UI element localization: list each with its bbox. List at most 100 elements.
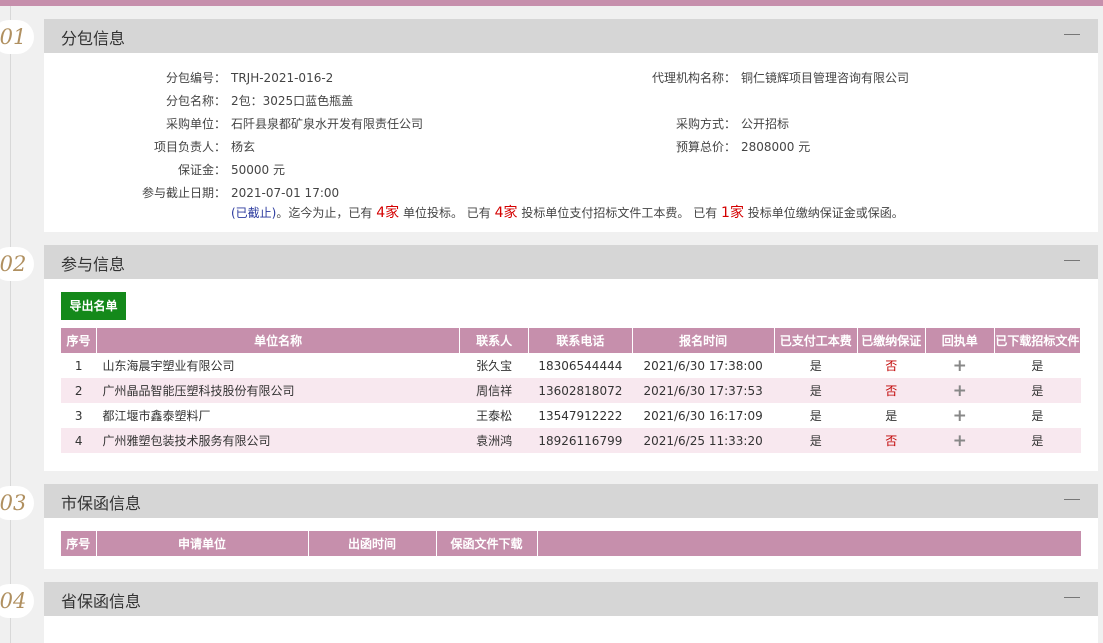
status-text: 单位投标。 已有 bbox=[402, 206, 491, 220]
col-header-no: 序号 bbox=[61, 531, 97, 556]
plus-icon[interactable]: + bbox=[925, 428, 995, 453]
deposit-value: 50000 元 bbox=[231, 163, 285, 177]
row-downloaded: 是 bbox=[994, 378, 1081, 403]
table-row: 1 山东海晨宇塑业有限公司 张久宝 18306544444 2021/6/30 … bbox=[61, 353, 1081, 378]
row-phone: 13547912222 bbox=[538, 408, 623, 423]
row-downloaded: 是 bbox=[1031, 409, 1044, 423]
row-phone: 13602818072 bbox=[528, 378, 633, 403]
section-number-02: 02 bbox=[0, 247, 34, 281]
col-header-file-download: 保函文件下载 bbox=[436, 531, 538, 556]
top-accent-bar bbox=[0, 0, 1103, 6]
bidder-count: 4家 bbox=[376, 205, 400, 221]
row-company: 山东海晨宇塑业有限公司 bbox=[102, 359, 235, 373]
bid-status-line: (已截止)。迄今为止，已有 4家 单位投标。 已有 4家 投标单位支付招标文件工… bbox=[231, 202, 904, 222]
status-text: 。迄今为止，已有 bbox=[276, 206, 373, 220]
col-header-phone: 联系电话 bbox=[528, 328, 633, 353]
agency-row: 代理机构名称： 铜仁镜辉项目管理咨询有限公司 bbox=[44, 69, 1098, 87]
row-paid: 是 bbox=[774, 378, 858, 403]
row-phone: 18926116799 bbox=[528, 428, 633, 453]
row-downloaded: 是 bbox=[1031, 359, 1044, 373]
col-header-time: 报名时间 bbox=[632, 328, 775, 353]
col-header-receipt: 回执单 bbox=[925, 328, 995, 353]
row-company: 广州雅塑包装技术服务有限公司 bbox=[96, 428, 460, 453]
table-row: 3 都江堰市鑫泰塑料厂 王泰松 13547912222 2021/6/30 16… bbox=[61, 403, 1081, 428]
section-header: 分包信息 bbox=[44, 19, 1098, 53]
col-header-issue-time: 出函时间 bbox=[308, 531, 437, 556]
row-paid: 是 bbox=[809, 359, 822, 373]
collapse-icon[interactable] bbox=[1064, 597, 1080, 598]
fee-paid-count: 4家 bbox=[494, 205, 518, 221]
province-guarantee-section: 省保函信息 bbox=[44, 582, 1098, 643]
deadline-row: 参与截止日期： 2021-07-01 17:00 bbox=[44, 184, 644, 202]
row-no: 1 bbox=[74, 358, 83, 373]
row-phone: 18306544444 bbox=[538, 358, 623, 373]
method-row: 采购方式： 公开招标 bbox=[44, 115, 1098, 133]
collapse-icon[interactable] bbox=[1064, 260, 1080, 261]
row-deposit: 否 bbox=[885, 359, 898, 373]
row-deposit: 否 bbox=[857, 378, 926, 403]
row-deposit: 是 bbox=[885, 409, 898, 423]
row-contact: 王泰松 bbox=[476, 409, 513, 423]
row-contact: 周信祥 bbox=[459, 378, 529, 403]
status-text: 投标单位缴纳保证金或保函。 bbox=[747, 206, 904, 220]
collapse-icon[interactable] bbox=[1064, 34, 1080, 35]
row-no: 2 bbox=[61, 378, 97, 403]
row-downloaded: 是 bbox=[994, 428, 1081, 453]
participants-table: 序号 单位名称 联系人 联系电话 报名时间 已支付工本费 已缴纳保证 回执单 已… bbox=[61, 328, 1082, 453]
row-paid: 是 bbox=[774, 428, 858, 453]
col-header-blank bbox=[537, 531, 1082, 556]
row-time: 2021/6/30 17:38:00 bbox=[643, 358, 763, 373]
timeline-line bbox=[10, 6, 11, 643]
col-header-downloaded: 已下载招标文件 bbox=[994, 328, 1082, 353]
row-paid: 是 bbox=[809, 409, 822, 423]
row-time: 2021/6/30 16:17:09 bbox=[643, 408, 763, 423]
deadline-label: 参与截止日期： bbox=[141, 186, 226, 200]
section-title: 分包信息 bbox=[61, 29, 126, 48]
row-time: 2021/6/30 17:37:53 bbox=[632, 378, 775, 403]
status-text: 投标单位支付招标文件工本费。 已有 bbox=[521, 206, 718, 220]
col-header-contact: 联系人 bbox=[459, 328, 530, 353]
participants-section: 参与信息 导出名单 序号 单位名称 联系人 联系电话 报名时间 已支付工本费 已… bbox=[44, 245, 1098, 471]
section-title: 省保函信息 bbox=[61, 592, 142, 611]
package-name-label: 分包名称： bbox=[165, 94, 226, 108]
row-no: 3 bbox=[74, 408, 83, 423]
deposit-row: 保证金： 50000 元 bbox=[44, 161, 644, 179]
section-title: 市保函信息 bbox=[61, 494, 142, 513]
package-name-value: 2包：3025口蓝色瓶盖 bbox=[231, 94, 354, 108]
section-number-01: 01 bbox=[0, 20, 34, 54]
budget-row: 预算总价： 2808000 元 bbox=[44, 138, 1098, 156]
deadline-value: 2021-07-01 17:00 bbox=[231, 186, 340, 200]
row-deposit: 否 bbox=[857, 428, 926, 453]
city-guarantee-table: 序号 申请单位 出函时间 保函文件下载 bbox=[61, 531, 1082, 556]
section-header: 市保函信息 bbox=[44, 484, 1098, 518]
closed-status-link[interactable]: (已截止) bbox=[231, 206, 276, 220]
plus-icon[interactable]: + bbox=[925, 378, 995, 403]
section-header: 省保函信息 bbox=[44, 582, 1098, 616]
method-label: 采购方式： bbox=[675, 117, 736, 131]
row-no: 4 bbox=[61, 428, 97, 453]
export-list-button[interactable]: 导出名单 bbox=[61, 292, 126, 320]
col-header-deposit: 已缴纳保证 bbox=[857, 328, 926, 353]
section-number-04: 04 bbox=[0, 584, 34, 618]
agency-label: 代理机构名称： bbox=[651, 71, 736, 85]
row-company: 都江堰市鑫泰塑料厂 bbox=[102, 409, 211, 423]
plus-icon[interactable]: + bbox=[925, 403, 994, 428]
section-title: 参与信息 bbox=[61, 255, 126, 274]
table-header-row: 序号 单位名称 联系人 联系电话 报名时间 已支付工本费 已缴纳保证 回执单 已… bbox=[61, 328, 1082, 353]
plus-icon[interactable]: + bbox=[925, 353, 994, 378]
section-header: 参与信息 bbox=[44, 245, 1098, 279]
col-header-company: 单位名称 bbox=[96, 328, 461, 353]
col-header-paid: 已支付工本费 bbox=[774, 328, 858, 353]
package-info-section: 分包信息 分包编号： TRJH-2021-016-2 分包名称： 2包：3025… bbox=[44, 19, 1098, 232]
section-number-03: 03 bbox=[0, 486, 34, 520]
col-header-applicant: 申请单位 bbox=[96, 531, 309, 556]
table-header-row: 序号 申请单位 出函时间 保函文件下载 bbox=[61, 531, 1082, 556]
table-row: 2 广州晶品智能压塑科技股份有限公司 周信祥 13602818072 2021/… bbox=[61, 378, 1081, 403]
collapse-icon[interactable] bbox=[1064, 499, 1080, 500]
city-guarantee-section: 市保函信息 序号 申请单位 出函时间 保函文件下载 bbox=[44, 484, 1098, 569]
row-time: 2021/6/25 11:33:20 bbox=[632, 428, 775, 453]
row-contact: 袁洲鸿 bbox=[459, 428, 529, 453]
budget-label: 预算总价： bbox=[675, 140, 736, 154]
method-value: 公开招标 bbox=[741, 117, 790, 131]
deposit-paid-count: 1家 bbox=[721, 205, 744, 221]
